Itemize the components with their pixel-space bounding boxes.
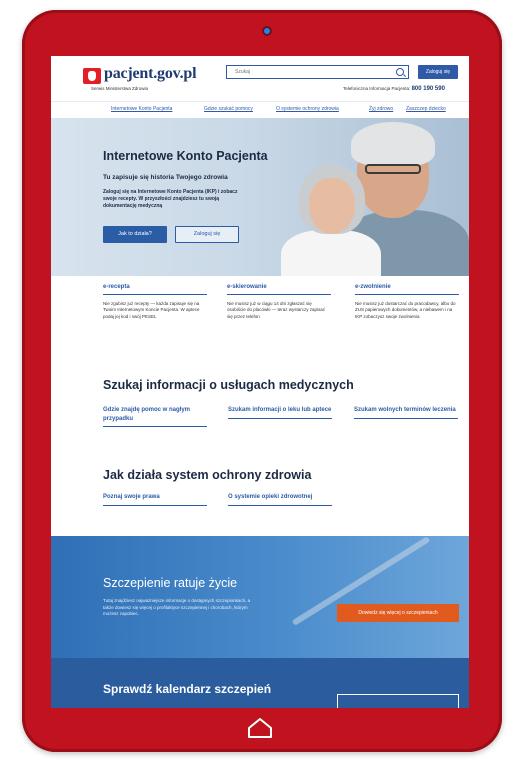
services-cards: e-recepta Nie zgubisz już recepty — każd… — [51, 276, 469, 362]
phone-label: Telefoniczna Informacja Pacjenta: — [343, 86, 411, 91]
card-text: Nie musisz już w ciągu 14 dni zgłaszać s… — [227, 301, 326, 319]
man-hair — [351, 122, 435, 166]
ministry-label: Serwis Ministerstwa Zdrowia — [91, 86, 149, 91]
hero-description: Zaloguj się na Internetowe Konto Pacjent… — [103, 189, 238, 209]
vaccination-banner: Szczepienie ratuje życie Tutaj znajdzies… — [51, 536, 469, 658]
vaccination-text: Tutaj znajdziesz najważniejsze informacj… — [103, 598, 251, 616]
hero-title: Internetowe Konto Pacjenta — [103, 149, 268, 163]
man-glasses — [365, 164, 421, 174]
calendar-section: Sprawdź kalendarz szczepień — [51, 658, 469, 708]
vaccination-more-button[interactable]: Dowiedz się więcej o szczepieniach — [337, 604, 459, 622]
card-text: Nie zgubisz już recepty — każda zapisuje… — [103, 301, 200, 319]
phone-info: Telefoniczna Informacja Pacjenta: 800 19… — [343, 86, 445, 92]
search-icon[interactable] — [396, 68, 404, 76]
nav-item-vaccinate[interactable]: Zaszczep dziecko — [406, 106, 446, 112]
woman-figure — [281, 230, 381, 276]
search-box[interactable] — [226, 65, 409, 79]
main-nav: Internetowe Konto Pacjenta Gdzie szukać … — [51, 101, 469, 116]
site-logo[interactable]: pacjent.gov.pl — [104, 65, 197, 83]
link-health-system[interactable]: O systemie opieki zdrowotnej — [228, 493, 332, 506]
card-e-recepta[interactable]: e-recepta Nie zgubisz już recepty — każd… — [103, 284, 207, 320]
services-heading: Szukaj informacji o usługach medycznych — [103, 378, 354, 392]
hero-banner: Internetowe Konto Pacjenta Tu zapisuje s… — [51, 118, 469, 276]
card-text: Nie musisz już dostarczać do pracodawcy,… — [355, 301, 456, 319]
card-title[interactable]: e-skierowanie — [227, 284, 331, 295]
nav-item-healthy[interactable]: Żyj zdrowo — [369, 106, 393, 112]
card-title[interactable]: e-recepta — [103, 284, 207, 295]
hero-subtitle: Tu zapisuje się historia Twojego zdrowia — [103, 174, 228, 181]
link-medicine-info[interactable]: Szukam informacji o leku lub aptece — [228, 406, 332, 419]
nav-item-help[interactable]: Gdzie szukać pomocy — [204, 106, 253, 112]
search-input[interactable] — [235, 67, 385, 77]
card-e-zwolnienie[interactable]: e-zwolnienie Nie musisz już dostarczać d… — [355, 284, 459, 320]
system-heading: Jak działa system ochrony zdrowia — [103, 468, 312, 482]
home-button-icon[interactable] — [247, 717, 273, 739]
calendar-title: Sprawdź kalendarz szczepień — [103, 682, 272, 696]
link-know-rights[interactable]: Poznaj swoje prawa — [103, 493, 207, 506]
calendar-button[interactable] — [337, 694, 459, 708]
link-emergency-help[interactable]: Gdzie znajdę pomoc w nagłym przypadku — [103, 406, 207, 427]
screen: pacjent.gov.pl Serwis Ministerstwa Zdrow… — [51, 56, 469, 708]
camera-dot — [262, 26, 272, 36]
header: pacjent.gov.pl Serwis Ministerstwa Zdrow… — [51, 56, 469, 98]
phone-number: 800 190 590 — [411, 86, 445, 92]
eagle-emblem-icon — [83, 68, 101, 84]
card-title[interactable]: e-zwolnienie — [355, 284, 459, 295]
how-it-works-button[interactable]: Jak to działa? — [103, 226, 167, 243]
login-button[interactable]: Zaloguj się — [418, 65, 458, 79]
hero-login-button[interactable]: Zaloguj się — [175, 226, 239, 243]
link-free-appointments[interactable]: Szukam wolnych terminów leczenia — [354, 406, 458, 419]
vaccination-title: Szczepienie ratuje życie — [103, 576, 238, 590]
card-e-skierowanie[interactable]: e-skierowanie Nie musisz już w ciągu 14 … — [227, 284, 331, 320]
nav-item-system[interactable]: O systemie ochrony zdrowia — [276, 106, 339, 112]
woman-face — [309, 178, 355, 234]
nav-item-ikp[interactable]: Internetowe Konto Pacjenta — [111, 106, 172, 112]
